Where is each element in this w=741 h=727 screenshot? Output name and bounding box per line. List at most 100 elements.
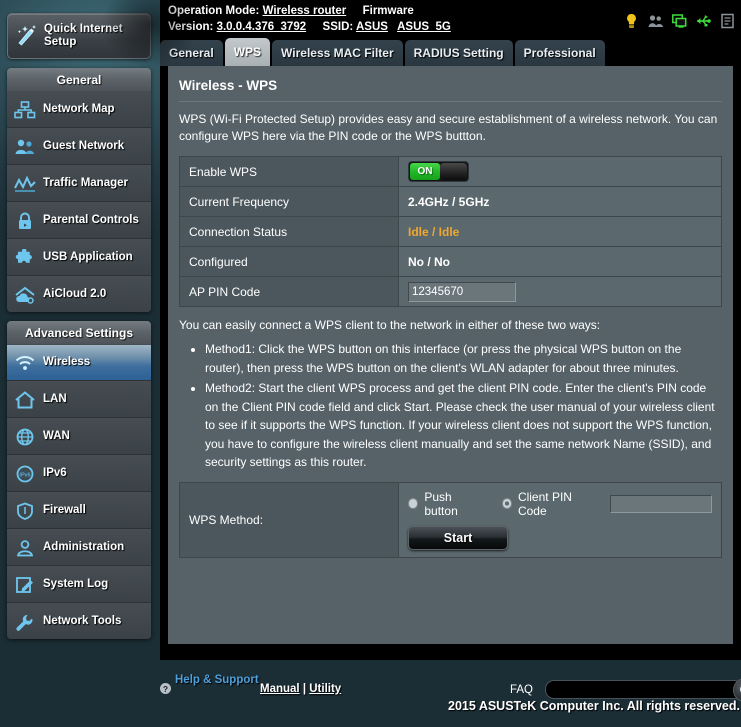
table-row: Current Frequency 2.4GHz / 5GHz bbox=[179, 186, 722, 217]
method-2: Method2: Start the client WPS process an… bbox=[205, 379, 722, 472]
sidebar-item-wireless[interactable]: Wireless bbox=[7, 344, 151, 381]
sidebar-label: Firewall bbox=[43, 504, 86, 516]
sidebar-item-lan[interactable]: LAN bbox=[7, 381, 151, 418]
client-pin-code-radio[interactable] bbox=[501, 498, 512, 509]
wps-settings-table: Enable WPS ON Current Frequency 2.4GHz /… bbox=[179, 156, 722, 307]
page-description: WPS (Wi-Fi Protected Setup) provides eas… bbox=[179, 112, 718, 143]
globe-icon bbox=[7, 428, 43, 446]
wifi-icon bbox=[7, 354, 43, 372]
usb-device-icon[interactable] bbox=[696, 13, 711, 29]
enable-wps-toggle[interactable]: ON bbox=[408, 161, 469, 182]
ssid-label: SSID: bbox=[322, 21, 354, 33]
footer: ? Help & Support Manual | Utility FAQ 20… bbox=[160, 660, 741, 727]
network-map-icon bbox=[7, 100, 43, 119]
table-row: Configured No / No bbox=[179, 246, 722, 277]
parental-lock-icon bbox=[7, 212, 43, 230]
footer-links: Manual | Utility bbox=[260, 683, 341, 695]
manual-link[interactable]: Manual bbox=[260, 683, 300, 695]
sidebar-item-firewall[interactable]: Firewall bbox=[7, 492, 151, 529]
shield-icon bbox=[7, 502, 43, 520]
main-window: Operation Mode: Wireless router Firmware… bbox=[160, 0, 741, 660]
methods-list: Method1: Click the WPS button on this in… bbox=[179, 340, 722, 472]
guest-users-icon[interactable] bbox=[648, 13, 663, 29]
status-tray bbox=[624, 13, 735, 29]
ssid-value-24g: ASUS bbox=[355, 21, 388, 33]
sidebar: Quick Internet Setup General Network Map bbox=[7, 13, 151, 639]
sidebar-item-parental-controls[interactable]: Parental Controls bbox=[7, 202, 151, 239]
nav-group-advanced: Advanced Settings Wireless LAN WAN IPv6 … bbox=[7, 321, 151, 639]
tab-wps[interactable]: WPS bbox=[224, 38, 271, 66]
sidebar-label: AiCloud 2.0 bbox=[43, 288, 107, 300]
nav-header-general: General bbox=[7, 68, 151, 91]
toggle-knob bbox=[440, 163, 467, 180]
row-label-connection-status: Connection Status bbox=[179, 216, 399, 247]
push-button-radio[interactable] bbox=[408, 498, 419, 509]
sidebar-label: WAN bbox=[43, 430, 70, 442]
link-separator: | bbox=[302, 683, 307, 695]
row-value-connection-status: Idle / Idle bbox=[398, 216, 722, 247]
start-button[interactable]: Start bbox=[408, 525, 508, 550]
quick-internet-setup-label: Quick Internet Setup bbox=[44, 23, 123, 48]
nav-group-general: General Network Map Guest Network Traffi… bbox=[7, 68, 151, 312]
content-panel: Wireless - WPS WPS (Wi-Fi Protected Setu… bbox=[168, 66, 733, 644]
sidebar-item-administration[interactable]: Administration bbox=[7, 529, 151, 566]
utility-link[interactable]: Utility bbox=[309, 683, 341, 695]
howto-intro: You can easily connect a WPS client to t… bbox=[179, 318, 601, 332]
tab-general[interactable]: General bbox=[160, 40, 223, 66]
version-label: Version: bbox=[168, 21, 214, 33]
client-pin-code-input[interactable] bbox=[610, 494, 712, 513]
sidebar-item-wan[interactable]: WAN bbox=[7, 418, 151, 455]
firmware-label: Firmware bbox=[362, 5, 414, 17]
ipv6-icon: IPv6 bbox=[7, 465, 43, 483]
quick-internet-setup-button[interactable]: Quick Internet Setup bbox=[7, 13, 151, 59]
sidebar-item-network-map[interactable]: Network Map bbox=[7, 91, 151, 128]
sidebar-label: IPv6 bbox=[43, 467, 67, 479]
sidebar-item-traffic-manager[interactable]: Traffic Manager bbox=[7, 165, 151, 202]
copyright-text: 2015 ASUSTeK Computer Inc. All rights re… bbox=[448, 699, 740, 713]
method-1: Method1: Click the WPS button on this in… bbox=[205, 340, 722, 377]
sidebar-label: Guest Network bbox=[43, 140, 125, 152]
tab-radius-setting[interactable]: RADIUS Setting bbox=[404, 40, 513, 66]
table-row: AP PIN Code bbox=[179, 276, 722, 307]
help-question-icon[interactable]: ? bbox=[160, 683, 171, 694]
tab-wireless-mac-filter[interactable]: Wireless MAC Filter bbox=[272, 40, 403, 66]
header-line-1: Operation Mode: Wireless router Firmware bbox=[168, 5, 414, 17]
notification-bulb-icon[interactable] bbox=[624, 13, 639, 29]
ap-pin-code-input[interactable] bbox=[408, 281, 516, 302]
sidebar-item-network-tools[interactable]: Network Tools bbox=[7, 603, 151, 639]
help-and-support-link[interactable]: Help & Support bbox=[175, 674, 259, 687]
client-pin-code-label[interactable]: Client PIN Code bbox=[518, 490, 598, 518]
row-value-enable-wps: ON bbox=[398, 156, 722, 187]
home-icon bbox=[7, 390, 43, 409]
connected-clients-icon[interactable] bbox=[672, 13, 687, 29]
push-button-label[interactable]: Push button bbox=[424, 490, 484, 518]
sidebar-item-guest-network[interactable]: Guest Network bbox=[7, 128, 151, 165]
faq-label: FAQ bbox=[510, 684, 534, 696]
operation-mode-value[interactable]: Wireless router bbox=[263, 5, 347, 17]
aicloud-icon bbox=[7, 286, 43, 304]
faq-search-input[interactable] bbox=[545, 680, 741, 699]
header-line-2: Version: 3.0.0.4.376_3792 SSID: ASUS ASU… bbox=[168, 21, 451, 33]
tab-bar: General WPS Wireless MAC Filter RADIUS S… bbox=[160, 38, 605, 66]
sidebar-item-aicloud[interactable]: AiCloud 2.0 bbox=[7, 276, 151, 312]
row-label-configured: Configured bbox=[179, 246, 399, 277]
row-label-enable-wps: Enable WPS bbox=[179, 156, 399, 187]
wps-method-table: WPS Method: Push button Client PIN Code … bbox=[179, 481, 722, 558]
wps-method-controls: Push button Client PIN Code Start bbox=[398, 481, 722, 558]
wps-method-label: WPS Method: bbox=[179, 481, 399, 558]
guest-network-icon bbox=[7, 138, 43, 156]
tab-professional[interactable]: Professional bbox=[514, 40, 605, 66]
system-log-icon[interactable] bbox=[720, 13, 735, 29]
sidebar-item-system-log[interactable]: System Log bbox=[7, 566, 151, 603]
row-label-ap-pin-code: AP PIN Code bbox=[179, 276, 399, 307]
table-row: WPS Method: Push button Client PIN Code … bbox=[179, 481, 722, 558]
sidebar-item-ipv6[interactable]: IPv6 IPv6 bbox=[7, 455, 151, 492]
page-background: Quick Internet Setup General Network Map bbox=[0, 0, 741, 727]
pencil-note-icon bbox=[7, 576, 43, 594]
sidebar-label: Parental Controls bbox=[43, 214, 139, 226]
sidebar-label: Traffic Manager bbox=[43, 177, 128, 189]
magic-wand-icon bbox=[8, 24, 44, 49]
sidebar-item-usb-application[interactable]: USB Application bbox=[7, 239, 151, 276]
version-value: 3.0.0.4.376_3792 bbox=[216, 21, 307, 33]
svg-text:IPv6: IPv6 bbox=[19, 472, 30, 478]
